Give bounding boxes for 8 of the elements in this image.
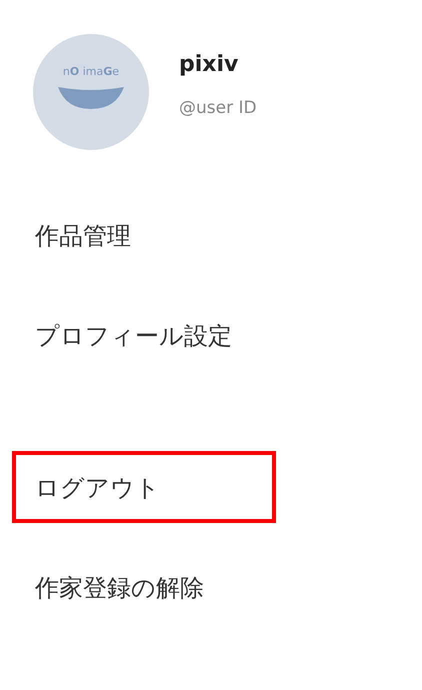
menu-item[interactable]: プロフィール設定	[35, 318, 232, 354]
user-id: @user ID	[179, 100, 257, 116]
smile-icon	[56, 85, 126, 111]
user-name: pixiv	[179, 54, 240, 76]
menu-item[interactable]: 作家登録の解除	[35, 570, 204, 606]
menu-item[interactable]: 作品管理	[35, 218, 131, 254]
avatar-text: nO imaGe	[62, 66, 120, 77]
menu-item[interactable]: ログアウト	[35, 470, 160, 506]
